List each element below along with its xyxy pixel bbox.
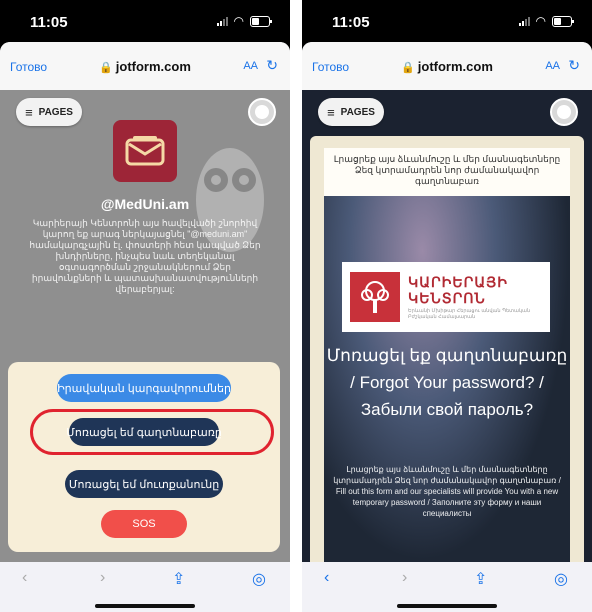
home-indicator: [95, 604, 195, 608]
compass-icon[interactable]: ◎: [252, 569, 266, 589]
web-content: ≡ PAGES @MedUni.am Կարիերայի Կենտրոնի այ…: [0, 90, 290, 562]
lock-icon: 🔒: [401, 62, 415, 74]
menu-icon: ≡: [25, 104, 33, 120]
status-time: 11:05: [30, 14, 68, 31]
forward-icon[interactable]: ›: [402, 569, 407, 587]
home-indicator: [397, 604, 497, 608]
form-body: ԿԱՐԻԵՐԱՅԻ ԿԵՆՏՐՈՆ Երևանի Մխիթար Հերացու …: [324, 196, 570, 562]
forgot-username-button[interactable]: Մոռացել եմ մուտքանունը: [65, 470, 223, 498]
profile-icon[interactable]: [248, 98, 276, 126]
form-card: Լրացրեք այս ձևանմուշը և մեր մասնագետները…: [310, 136, 584, 562]
reload-icon[interactable]: ↻: [568, 57, 580, 74]
legal-settings-button[interactable]: Իրավական կարգավորումներ: [57, 374, 231, 402]
browser-sheet: Готово 🔒 jotform.com AA ↻ ≡ PAGES Լրացրեք…: [302, 42, 592, 562]
compass-icon[interactable]: ◎: [554, 569, 568, 589]
status-time: 11:05: [332, 14, 370, 31]
status-bar: 11:05 ◠: [302, 0, 592, 42]
back-icon[interactable]: ‹: [324, 569, 329, 587]
domain-text: jotform.com: [417, 59, 493, 74]
battery-icon: [552, 15, 574, 27]
page-handle: @MedUni.am: [100, 196, 190, 212]
pages-menu-button[interactable]: ≡ PAGES: [318, 98, 384, 126]
pages-label: PAGES: [38, 106, 73, 118]
profile-icon[interactable]: [550, 98, 578, 126]
meduni-logo: [113, 120, 177, 182]
career-text-block: ԿԱՐԻԵՐԱՅԻ ԿԵՆՏՐՈՆ Երևանի Մխիթար Հերացու …: [408, 274, 542, 320]
browser-sheet: Готово 🔒 jotform.com AA ↻ ≡ PAGES @MedUn…: [0, 42, 290, 562]
web-content: ≡ PAGES Լրացրեք այս ձևանմուշը և մեր մասն…: [302, 90, 592, 562]
form-instructions: Լրացրեք այս ձևանմուշը և մեր մասնագետները…: [333, 465, 561, 518]
wifi-icon: ◠: [233, 14, 244, 28]
signal-icon: [216, 16, 228, 26]
status-icons: ◠: [216, 14, 272, 28]
share-icon[interactable]: ⇪: [172, 569, 185, 589]
sos-button[interactable]: SOS: [101, 510, 187, 538]
lock-icon: 🔒: [99, 62, 113, 74]
tree-icon-graphic: [361, 281, 389, 313]
form-title: Մոռացել եք գաղտնաբառը / Forgot Your pass…: [326, 346, 568, 419]
browser-address-bar: Готово 🔒 jotform.com AA ↻: [302, 42, 592, 90]
reload-icon[interactable]: ↻: [266, 57, 278, 74]
menu-icon: ≡: [327, 104, 335, 120]
status-icons: ◠: [518, 14, 574, 28]
battery-icon: [250, 15, 272, 27]
actions-card: Իրավական կարգավորումներ Մոռացել եմ գաղտն…: [8, 362, 280, 552]
career-center-logo: ԿԱՐԻԵՐԱՅԻ ԿԵՆՏՐՈՆ Երևանի Մխիթար Հերացու …: [342, 262, 550, 332]
text-size-button[interactable]: AA: [243, 60, 258, 72]
browser-address-bar: Готово 🔒 jotform.com AA ↻: [0, 42, 290, 90]
tree-icon: [350, 272, 400, 322]
left-phone-screen: 11:05 ◠ Готово 🔒 jotform.com AA ↻ ≡ PAGES: [0, 0, 290, 612]
page-description: Կարիերայի Կենտրոնի այս հավելվածի շնորհիվ…: [29, 218, 261, 294]
domain-text: jotform.com: [115, 59, 191, 74]
signal-icon: [518, 16, 530, 26]
pages-menu-button[interactable]: ≡ PAGES: [16, 98, 82, 126]
forward-icon[interactable]: ›: [100, 569, 105, 587]
text-size-button[interactable]: AA: [545, 60, 560, 72]
mail-icon: [125, 136, 165, 166]
pages-label: PAGES: [340, 106, 375, 118]
back-icon[interactable]: ‹: [22, 569, 27, 587]
form-header-text: Լրացրեք այս ձևանմուշը և մեր մասնագետները…: [324, 148, 570, 196]
forgot-password-button[interactable]: Մոռացել եմ գաղտնաբառը: [66, 418, 222, 446]
status-bar: 11:05 ◠: [0, 0, 290, 42]
career-subtitle: Երևանի Մխիթար Հերացու անվան Պետական Բժշկ…: [408, 308, 531, 320]
career-name-1: ԿԱՐԻԵՐԱՅԻ: [408, 274, 508, 290]
share-icon[interactable]: ⇪: [474, 569, 487, 589]
career-name-2: ԿԵՆՏՐՈՆ: [408, 290, 486, 306]
wifi-icon: ◠: [535, 14, 546, 28]
right-phone-screen: 11:05 ◠ Готово 🔒 jotform.com AA ↻ ≡ PAGES…: [302, 0, 592, 612]
